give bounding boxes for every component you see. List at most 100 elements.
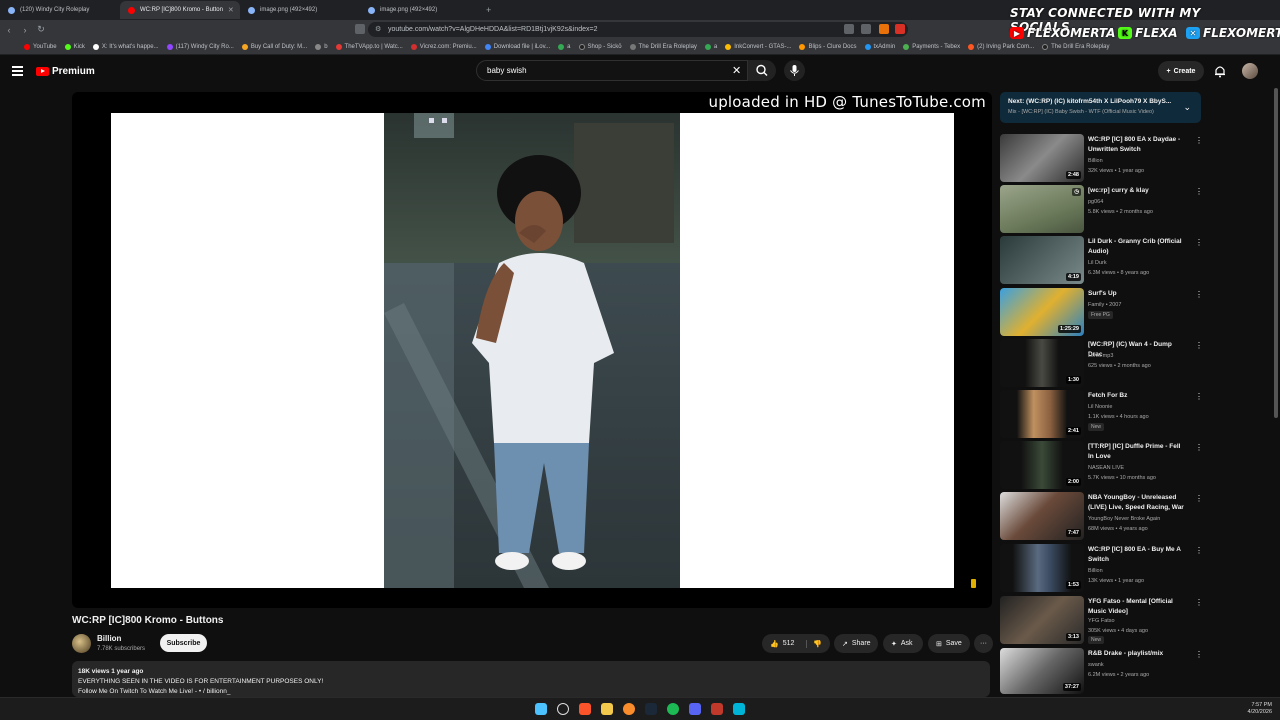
browser-tab[interactable]: image.png (492×492) <box>360 1 480 19</box>
create-button[interactable]: + Create <box>1158 61 1204 81</box>
chrome-icon[interactable] <box>623 703 635 715</box>
bookmark-item[interactable]: TheTVApp.to | Watc... <box>335 43 403 50</box>
voice-search-button[interactable] <box>784 60 805 81</box>
browser-tab[interactable]: (120) Windy City Roleplay <box>0 1 120 19</box>
notepad-icon[interactable] <box>733 703 745 715</box>
more-vertical-icon[interactable]: ⋮ <box>1195 290 1203 299</box>
bookmark-item[interactable]: Kick <box>64 43 85 50</box>
discord-icon[interactable] <box>689 703 701 715</box>
bookmark-item[interactable]: a <box>704 43 717 50</box>
bookmark-item[interactable]: txAdmin <box>864 43 895 50</box>
bookmark-item[interactable]: Vicrez.com: Premiu... <box>410 43 477 50</box>
more-vertical-icon[interactable]: ⋮ <box>1195 392 1203 401</box>
recommendation-title[interactable]: YFG Fatso - Mental [Official Music Video… <box>1088 597 1188 616</box>
more-vertical-icon[interactable]: ⋮ <box>1195 238 1203 247</box>
video-thumbnail[interactable]: 3:13 <box>1000 596 1084 644</box>
recommendation-item[interactable]: 7:47 NBA YoungBoy - Unreleased (LIVE) Li… <box>1000 492 1210 540</box>
recommendation-channel[interactable]: Lil Noonie <box>1088 402 1112 412</box>
description-box[interactable]: 18K views 1 year ago EVERYTHING SEEN IN … <box>72 661 990 697</box>
share-button[interactable]: ↗ Share <box>834 634 878 653</box>
recommendation-channel[interactable]: NASEAN LIVE <box>1088 463 1124 473</box>
browser-tab[interactable]: image.png (492×492) <box>240 1 360 19</box>
more-vertical-icon[interactable]: ⋮ <box>1195 494 1203 503</box>
close-tab-icon[interactable]: ✕ <box>228 6 234 14</box>
recommendation-item[interactable]: 2:41 Fetch For Bz Lil Noonie 1.1K views … <box>1000 390 1210 438</box>
bookmark-item[interactable]: Shop - Sickō <box>578 43 622 50</box>
more-vertical-icon[interactable]: ⋮ <box>1195 136 1203 145</box>
search-input[interactable]: baby swish <box>476 60 748 81</box>
video-thumbnail[interactable]: 1:25:29 <box>1000 288 1084 336</box>
bookmark-item[interactable]: (117) Windy City Ro... <box>166 43 234 50</box>
like-count[interactable]: 512 <box>783 640 795 647</box>
recommendation-title[interactable]: [wc:rp] curry & klay <box>1088 186 1188 196</box>
video-thumbnail[interactable]: 2:48 <box>1000 134 1084 182</box>
bookmark-item[interactable]: InkConvert - GTAS-... <box>725 43 791 50</box>
more-actions-button[interactable]: ··· <box>974 634 993 653</box>
app-icon[interactable] <box>711 703 723 715</box>
bookmark-star-icon[interactable] <box>355 24 365 34</box>
channel-name[interactable]: Billion <box>97 634 121 643</box>
search-icon[interactable] <box>557 703 569 715</box>
recommendation-title[interactable]: WC:RP [IC] 800 EA x Daydae - Unwritten S… <box>1088 135 1188 154</box>
more-vertical-icon[interactable]: ⋮ <box>1195 546 1203 555</box>
up-next-panel[interactable]: Next: (WC:RP) (IC) kitofrm54th X LilPooh… <box>1000 92 1201 123</box>
chevron-down-icon[interactable]: ⌄ <box>1183 102 1191 113</box>
recommendation-channel[interactable]: Billion <box>1088 566 1103 576</box>
video-thumbnail[interactable]: 37:27 <box>1000 648 1084 694</box>
recommendation-channel[interactable]: YFG Fatso <box>1088 616 1115 626</box>
recommendation-item[interactable]: 2:00 [TT:RP] [IC] Duffle Prime - Fell In… <box>1000 441 1210 489</box>
brave-browser-icon[interactable] <box>579 703 591 715</box>
recommendation-title[interactable]: [TT:RP] [IC] Duffle Prime - Fell In Love <box>1088 442 1188 461</box>
video-thumbnail[interactable]: ◷ <box>1000 185 1084 233</box>
reload-icon[interactable]: ↻ <box>34 24 48 35</box>
page-scrollbar[interactable] <box>1274 88 1278 418</box>
save-button[interactable]: ⊞ Save <box>928 634 970 653</box>
spotify-icon[interactable] <box>667 703 679 715</box>
more-vertical-icon[interactable]: ⋮ <box>1195 443 1203 452</box>
more-vertical-icon[interactable]: ⋮ <box>1195 341 1203 350</box>
back-icon[interactable]: ‹ <box>2 25 16 35</box>
cast-icon[interactable] <box>844 24 854 34</box>
channel-avatar[interactable] <box>72 634 91 653</box>
recommendation-channel[interactable]: YoungBoy Never Broke Again <box>1088 514 1160 524</box>
account-avatar[interactable] <box>1242 63 1258 79</box>
recommendation-channel[interactable]: swank <box>1088 660 1104 670</box>
recommendation-title[interactable]: R&B Drake - playlist/mix <box>1088 649 1188 659</box>
system-tray[interactable]: 7:57 PM 4/20/2026 <box>1248 702 1272 716</box>
recommendation-title[interactable]: Fetch For Bz <box>1088 391 1188 401</box>
video-player[interactable]: uploaded in HD @ TunesToTube.com <box>72 92 992 608</box>
bookmark-item[interactable]: Payments - Tebex <box>903 43 960 50</box>
browser-tab-active[interactable]: WC:RP [IC]800 Kromo - Button ✕ <box>120 1 240 19</box>
subscribe-button[interactable]: Subscribe <box>160 634 207 652</box>
bookmark-item[interactable]: Blips - Clure Docs <box>799 43 857 50</box>
video-thumbnail[interactable]: 1:53 <box>1000 544 1084 592</box>
bookmark-item[interactable]: a <box>558 43 571 50</box>
extension-icon[interactable] <box>879 24 889 34</box>
steam-icon[interactable] <box>645 703 657 715</box>
more-vertical-icon[interactable]: ⋮ <box>1195 650 1203 659</box>
recommendation-title[interactable]: Surf's Up <box>1088 289 1188 299</box>
bookmark-item[interactable]: YouTube <box>24 43 57 50</box>
like-icon[interactable]: 👍 <box>770 640 779 648</box>
share-icon[interactable] <box>861 24 871 34</box>
bookmark-item[interactable]: The Drill Era Roleplay <box>629 43 697 50</box>
recommendation-item[interactable]: 37:27 R&B Drake - playlist/mix swank 6.2… <box>1000 648 1210 694</box>
windows-start-icon[interactable] <box>535 703 547 715</box>
bookmark-item[interactable]: b <box>315 43 328 50</box>
recommendation-item[interactable]: 1:30 [WC:RP] (IC) Wan 4 - Dump Drac Lenc… <box>1000 339 1210 387</box>
recommendation-channel[interactable]: Lil Durk <box>1088 258 1107 268</box>
clear-search-icon[interactable]: ✕ <box>732 64 741 77</box>
watch-later-icon[interactable]: ◷ <box>1072 188 1081 196</box>
recommendation-channel[interactable]: Billion <box>1088 156 1103 166</box>
notifications-bell-icon[interactable] <box>1213 64 1227 78</box>
file-explorer-icon[interactable] <box>601 703 613 715</box>
recommendation-item[interactable]: ◷ [wc:rp] curry & klay pg064 5.8K views … <box>1000 185 1210 233</box>
video-thumbnail[interactable]: 1:30 <box>1000 339 1084 387</box>
bookmark-item[interactable]: Buy Call of Duty: M... <box>241 43 307 50</box>
more-vertical-icon[interactable]: ⋮ <box>1195 598 1203 607</box>
ask-button[interactable]: ✦ Ask <box>883 634 923 653</box>
recommendation-item[interactable]: 4:19 Lil Durk - Granny Crib (Official Au… <box>1000 236 1210 284</box>
recommendation-title[interactable]: NBA YoungBoy - Unreleased (LIVE) Live, S… <box>1088 493 1188 512</box>
youtube-logo[interactable]: Premium <box>36 66 95 77</box>
search-button[interactable] <box>748 60 776 81</box>
